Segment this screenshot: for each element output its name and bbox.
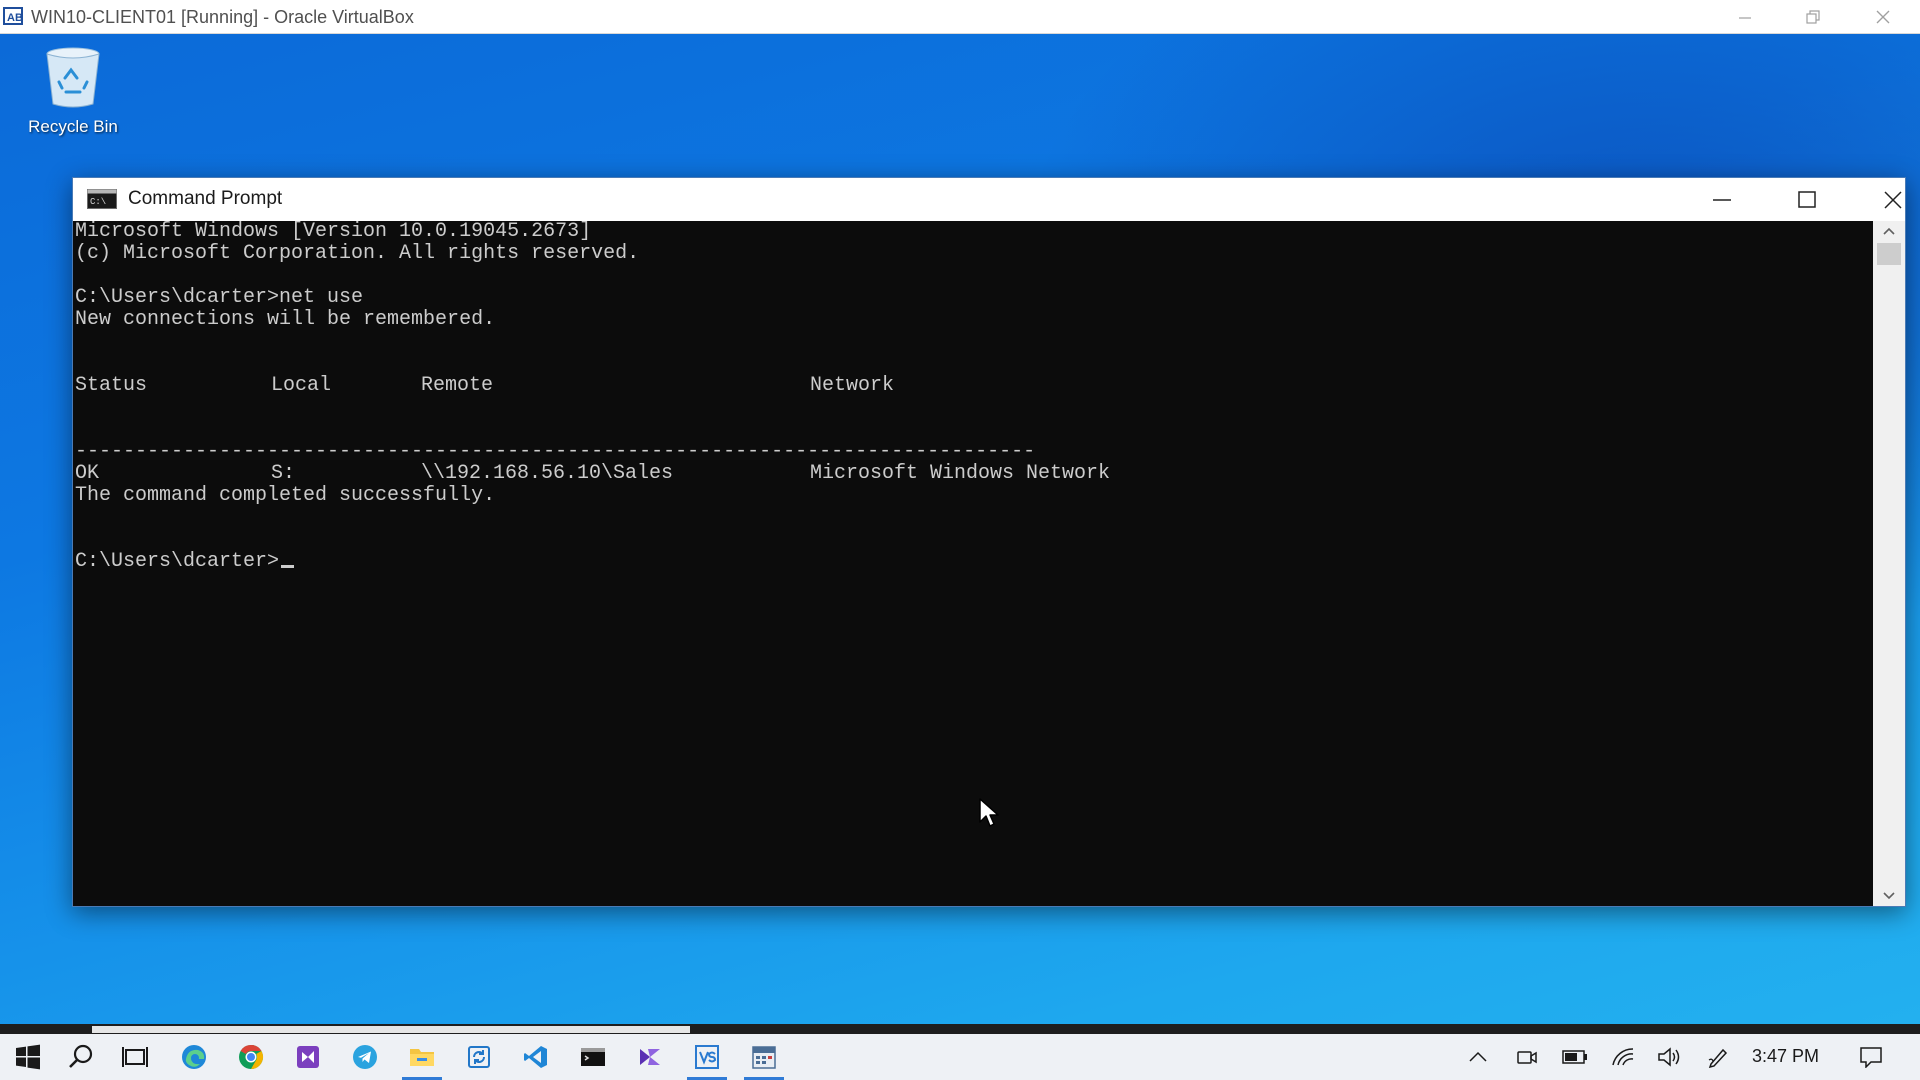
recycle-bin-icon	[46, 47, 100, 108]
vbox-restore-button[interactable]	[1780, 0, 1846, 34]
power-automate-icon	[640, 1049, 660, 1065]
chevron-up-icon	[1883, 227, 1895, 235]
scroll-up-button[interactable]	[1873, 221, 1905, 241]
tray-pen-workspace[interactable]	[1698, 1034, 1738, 1080]
show-hidden-icons-button[interactable]	[1458, 1034, 1498, 1080]
taskbar-app-power-automate[interactable]	[622, 1034, 678, 1080]
action-center-button[interactable]	[1851, 1034, 1891, 1080]
taskbar-clock[interactable]: 3:47 PM	[1752, 1046, 1819, 1067]
console-line: C:\Users\dcarter>net use	[75, 286, 364, 309]
cmd-titlebar[interactable]: C:\ Command Prompt	[73, 178, 1905, 221]
task-view-icon	[122, 1047, 148, 1067]
cmd-app-icon: C:\	[87, 189, 117, 209]
virtualbox-window-title: WIN10-CLIENT01 [Running] - Oracle Virtua…	[31, 7, 414, 27]
text-cursor	[281, 565, 295, 568]
desktop[interactable]: Recycle Bin C:\ Command Prompt Microsoft…	[0, 34, 1920, 1024]
table-cell-remote: \\192.168.56.10\Sales	[421, 462, 674, 485]
tray-volume[interactable]	[1650, 1034, 1690, 1080]
minimize-icon	[1739, 17, 1751, 19]
taskbar-app-calendar[interactable]	[736, 1034, 792, 1080]
table-cell-status: OK	[75, 462, 100, 485]
volume-icon	[1658, 1047, 1680, 1067]
vbox-close-button[interactable]	[1850, 0, 1916, 34]
command-prompt-line[interactable]: C:\Users\dcarter>	[75, 550, 295, 573]
cmd-window-title: Command Prompt	[128, 188, 283, 209]
pen-icon	[1708, 1048, 1728, 1068]
table-header-local: Local	[271, 374, 332, 397]
console-output[interactable]: Microsoft Windows [Version 10.0.19045.26…	[73, 221, 1873, 906]
taskbar-app-chrome[interactable]	[223, 1034, 279, 1080]
visual-studio-icon	[297, 1046, 319, 1068]
console-line: The command completed successfully.	[75, 484, 496, 507]
cmd-maximize-button[interactable]	[1764, 178, 1850, 221]
desktop-icon-label: Recycle Bin	[28, 117, 118, 136]
vm-view-scroll-thumb[interactable]	[92, 1026, 690, 1033]
tray-network[interactable]	[1603, 1034, 1643, 1080]
svg-text:C:\: C:\	[90, 197, 106, 207]
table-separator: ----------------------------------------…	[75, 440, 1036, 463]
cmd-minimize-button[interactable]	[1679, 178, 1765, 221]
close-icon	[1876, 10, 1890, 24]
table-cell-local: S:	[271, 462, 296, 485]
minimize-icon	[1713, 198, 1731, 201]
search-icon	[69, 1044, 93, 1068]
mouse-pointer-icon	[979, 798, 999, 827]
chrome-icon	[239, 1045, 264, 1069]
chevron-down-icon	[1883, 892, 1895, 900]
prompt-text: C:\Users\dcarter>	[75, 550, 280, 573]
telegram-icon	[353, 1045, 377, 1069]
virtualbox-app-icon: AB	[3, 7, 23, 25]
vbox-minimize-button[interactable]	[1712, 0, 1778, 34]
tray-battery[interactable]	[1555, 1034, 1595, 1080]
taskbar-app-telegram[interactable]	[337, 1034, 393, 1080]
table-cell-network: Microsoft Windows Network	[810, 462, 1111, 485]
virtualbox-titlebar: AB WIN10-CLIENT01 [Running] - Oracle Vir…	[0, 0, 1920, 34]
taskbar-app-visual-studio[interactable]	[280, 1034, 336, 1080]
cmd-close-button[interactable]	[1850, 178, 1920, 221]
file-explorer-icon	[410, 1049, 434, 1066]
console-line: New connections will be remembered.	[75, 308, 496, 331]
meet-now-icon	[1517, 1051, 1537, 1064]
taskbar-app-vscode[interactable]	[508, 1034, 564, 1080]
taskbar-app-terminal[interactable]	[565, 1034, 621, 1080]
console-scrollbar[interactable]	[1873, 221, 1905, 906]
desktop-icon-recycle-bin[interactable]: Recycle Bin	[12, 44, 134, 137]
taskbar-app-edge[interactable]	[166, 1034, 222, 1080]
battery-icon	[1562, 1050, 1587, 1064]
console-line: Microsoft Windows [Version 10.0.19045.26…	[75, 221, 592, 243]
taskbar: 3:47 PM	[0, 1034, 1920, 1080]
table-row: OK S: \\192.168.56.10\Sales Microsoft Wi…	[75, 463, 1275, 485]
sync-app-icon	[468, 1046, 490, 1068]
taskbar-app-file-explorer[interactable]	[394, 1034, 450, 1080]
table-header-network: Network	[810, 374, 895, 397]
table-header-remote: Remote	[421, 374, 494, 397]
close-icon	[1884, 190, 1902, 209]
restore-icon	[1806, 10, 1820, 24]
wifi-icon	[1612, 1048, 1634, 1066]
connections-table-header: Status Local Remote Network	[75, 375, 1275, 397]
scroll-thumb[interactable]	[1877, 243, 1901, 265]
maximize-icon	[1798, 190, 1816, 208]
tray-meet-now[interactable]	[1507, 1034, 1547, 1080]
vscode-icon	[524, 1046, 547, 1068]
taskbar-app-sync[interactable]	[451, 1034, 507, 1080]
calendar-app-icon	[752, 1046, 776, 1069]
taskbar-app-vs-installer[interactable]	[679, 1034, 735, 1080]
chevron-up-icon	[1469, 1051, 1487, 1062]
svg-text:AB: AB	[7, 12, 23, 24]
notification-icon	[1860, 1047, 1882, 1068]
vs-installer-icon	[695, 1045, 719, 1069]
taskbar-search-button[interactable]	[53, 1034, 109, 1080]
terminal-icon	[581, 1048, 605, 1066]
start-button[interactable]	[0, 1034, 56, 1080]
console-line: (c) Microsoft Corporation. All rights re…	[75, 242, 640, 265]
task-view-button[interactable]	[107, 1034, 163, 1080]
windows-start-icon	[16, 1044, 40, 1070]
edge-icon	[182, 1045, 206, 1069]
scroll-down-button[interactable]	[1873, 886, 1905, 906]
table-header-status: Status	[75, 374, 148, 397]
